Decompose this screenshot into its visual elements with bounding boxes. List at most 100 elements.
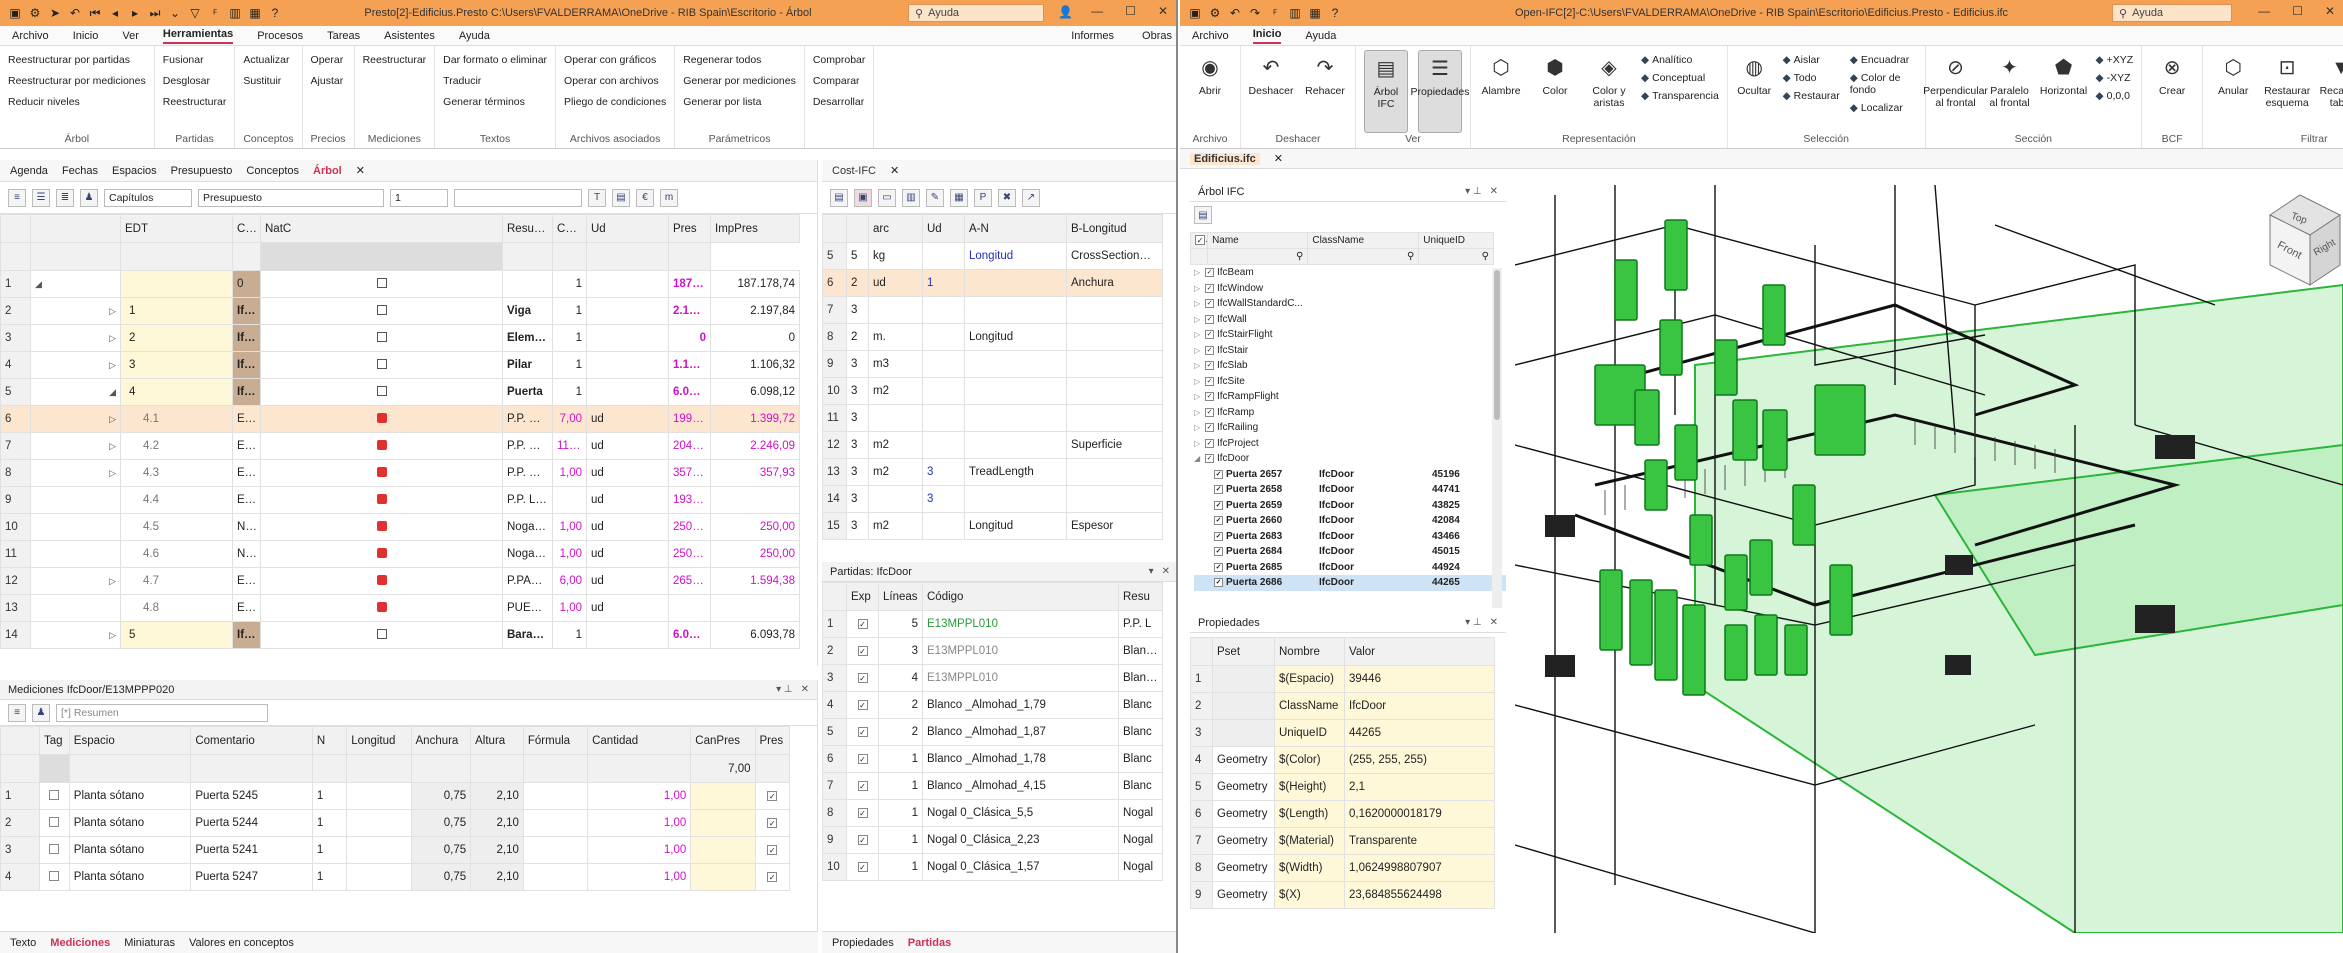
width-cell[interactable]: 0,75 (410, 836, 472, 864)
ribbon-command[interactable]: Generar por mediciones (683, 75, 796, 87)
column-header[interactable] (846, 214, 869, 243)
ribbon-command[interactable]: ◆ Transparencia (1641, 90, 1719, 102)
exp-checkbox[interactable]: ✓ (857, 781, 868, 791)
column-header[interactable]: Ud (922, 214, 965, 243)
menu-tab[interactable]: Ayuda (459, 30, 490, 42)
ribbon-command[interactable]: Reestructurar (163, 96, 227, 108)
partida-row[interactable]: 1 ✓ 5 E13MPPL010 P.P. L (822, 610, 1163, 638)
budget-select[interactable]: Presupuesto (198, 188, 384, 207)
column-header[interactable]: Ud (586, 214, 669, 243)
an-cell[interactable] (922, 242, 965, 270)
cost-row[interactable]: 11 3 (822, 404, 1163, 432)
column-header[interactable]: Longitud (346, 726, 412, 755)
close-tab-icon[interactable]: ✕ (356, 164, 365, 177)
tree-row[interactable]: 2▷1IfcBeamViga12.197,842.197,84 (0, 297, 800, 325)
measure-row[interactable]: 1 Planta sótano Puerta 5245 1 0,75 2,10 1,00 ✓ (0, 782, 791, 810)
menu-tab[interactable]: Inicio (73, 30, 99, 42)
measure-row[interactable]: 3 Planta sótano Puerta 5241 1 0,75 2,10 1,00 ✓ (0, 836, 791, 864)
cost-row[interactable]: 13 3 m2 3 TreadLength (822, 458, 1163, 486)
tool-icon[interactable]: ▣ (854, 188, 872, 207)
exp-checkbox[interactable]: ✓ (857, 646, 868, 656)
code-cell[interactable]: E13MPP020 (232, 405, 261, 433)
tree-row[interactable]: 9 4.4E13MPPL010 P.P. LISA HUECA, PINO PAÍS… (0, 486, 800, 514)
code-cell[interactable]: E13MPPP010 (232, 432, 261, 460)
column-header[interactable]: Código (232, 214, 261, 243)
arc-cell[interactable]: 3 (846, 350, 869, 378)
an-cell[interactable] (922, 431, 965, 459)
b-cell[interactable] (964, 485, 1067, 513)
node-checkbox[interactable]: ✓ (1205, 438, 1214, 448)
price-cell[interactable]: 250,00 (668, 513, 711, 541)
formula-cell[interactable] (522, 809, 589, 837)
canpres-cell[interactable]: 1,00 (552, 594, 587, 622)
menu-tab[interactable]: Ayuda (1305, 30, 1336, 42)
measure-row[interactable]: 2 Planta sótano Puerta 5244 1 0,75 2,10 1,00 ✓ (0, 809, 791, 837)
expand-toggle[interactable] (30, 540, 121, 568)
canpres-cell[interactable]: 11,00 (552, 432, 587, 460)
pres-cell[interactable]: ✓ (754, 863, 791, 891)
code-cell[interactable]: E13MPPL010 (232, 486, 261, 514)
expand-icon[interactable]: ▷ (1194, 327, 1202, 343)
tool-icon[interactable]: ✎ (926, 188, 944, 207)
ribbon-button[interactable]: ◉ Abrir (1188, 50, 1232, 133)
ribbon-command[interactable]: Reestructurar por mediciones (8, 75, 146, 87)
ribbon-command[interactable]: Reducir niveles (8, 96, 146, 108)
expand-icon[interactable]: ▷ (1194, 265, 1202, 281)
node-checkbox[interactable]: ✓ (1214, 485, 1223, 495)
canpres-cell[interactable]: 1,00 (552, 513, 587, 541)
unit-cell[interactable] (868, 485, 923, 513)
formula-cell[interactable] (522, 836, 589, 864)
arc-cell[interactable]: 2 (846, 269, 869, 297)
pres-checkbox[interactable]: ✓ (767, 872, 778, 882)
help-search[interactable]: ⚲ Ayuda (908, 4, 1044, 22)
close-panel-icon[interactable]: ✕ (1490, 617, 1498, 628)
canpres-cell[interactable]: 7,00 (552, 405, 587, 433)
code-cell[interactable]: Blanco _Almohad_4,15 (922, 772, 1119, 800)
b-cell[interactable]: Longitud (964, 512, 1067, 540)
door-node[interactable]: ✓ Puerta 2659 IfcDoor 43825 (1194, 498, 1506, 514)
ifc-class-node[interactable]: ▷ ✓ IfcRampFlight (1194, 389, 1506, 405)
summary-cell[interactable]: P.PASO MACIZA LISA PINO MELIS 0,825x20..… (502, 567, 553, 595)
expand-icon[interactable]: ▷ (1194, 420, 1202, 436)
bottom-tab[interactable]: Miniaturas (124, 937, 175, 949)
ribbon-command[interactable]: Desarrollar (813, 96, 866, 108)
tree-row[interactable]: 12▷4.7E13MPPC010 P.PASO MACIZA LISA PINO … (0, 567, 800, 595)
ribbon-button[interactable]: ▼ Recargar tabla (2319, 50, 2343, 133)
close-icon[interactable]: ✕ (2325, 4, 2335, 18)
exp-cell[interactable]: ✓ (846, 610, 879, 638)
ribbon-button[interactable]: ↶ Deshacer (1249, 50, 1294, 133)
arc-cell[interactable]: 3 (846, 377, 869, 405)
tree-row[interactable]: 4▷3IfcColumn Pilar1 1.106,321.106,32 (0, 351, 800, 379)
view-tab[interactable]: Árbol (313, 165, 342, 177)
code-cell[interactable]: Nogal_Clási_1,57_... (232, 540, 261, 568)
exp-cell[interactable]: ✓ (846, 637, 879, 665)
n-cell[interactable]: 1 (311, 836, 348, 864)
code-cell[interactable]: IfcColumn (232, 351, 261, 379)
code-cell[interactable]: Blanco _Almohad_1,87 (922, 718, 1119, 746)
expand-icon[interactable]: ▷ (1194, 281, 1202, 297)
tool-icon[interactable]: ▦ (950, 188, 968, 207)
exp-checkbox[interactable]: ✓ (857, 808, 868, 818)
node-checkbox[interactable]: ✓ (1205, 283, 1214, 293)
summary-cell[interactable]: Nogal 01_Clásica P[R] 1HB[10P]+1LUZLAT..… (502, 513, 553, 541)
node-checkbox[interactable]: ✓ (1205, 268, 1214, 278)
height-cell[interactable]: 2,10 (470, 836, 524, 864)
price-cell[interactable]: 1.106,32 (668, 351, 711, 379)
column-header[interactable]: Código (922, 582, 1119, 611)
length-cell[interactable] (346, 836, 412, 864)
chart-icon[interactable]: ▥ (228, 6, 242, 20)
menu-tab[interactable]: Asistentes (384, 30, 435, 42)
help-icon[interactable]: ? (268, 6, 282, 20)
price-cell[interactable] (668, 594, 711, 622)
property-row[interactable]: 6 Geometry $(Length) 0,1620000018179 (1190, 800, 1495, 828)
expand-icon[interactable]: ▷ (1194, 436, 1202, 452)
ribbon-command[interactable]: Desglosar (163, 75, 227, 87)
formula-cell[interactable] (522, 782, 589, 810)
ifc-class-node[interactable]: ▷ ✓ IfcStairFlight (1194, 327, 1506, 343)
summary-cell[interactable]: PUER.SECCIONAL RESID. 3,00x2,30 (502, 594, 553, 622)
ribbon-command[interactable]: Traducir (443, 75, 547, 87)
code-cell[interactable]: IfcBuildingEleme... (232, 324, 261, 352)
c-cell[interactable]: Superficie (1066, 431, 1163, 459)
redo-icon[interactable]: ↷ (1248, 6, 1262, 20)
bottom-tab[interactable]: Texto (10, 937, 36, 949)
